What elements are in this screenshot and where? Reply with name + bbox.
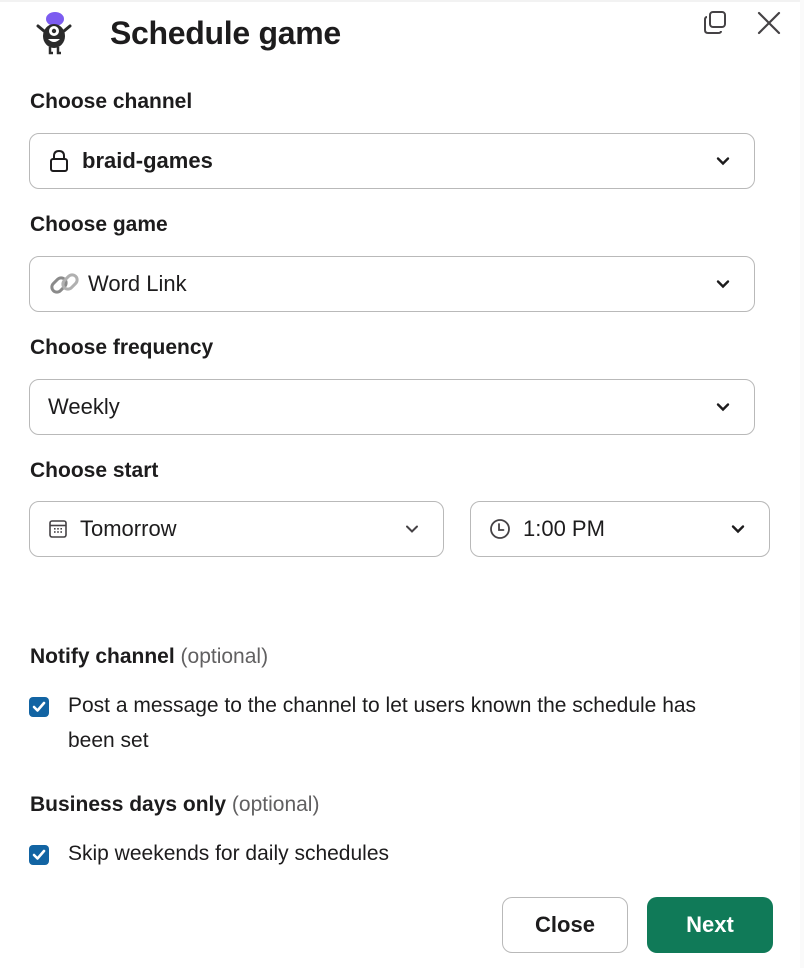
close-x-icon[interactable] [754, 8, 784, 38]
clock-icon [489, 518, 511, 540]
modal-title: Schedule game [110, 14, 341, 51]
chevron-down-icon [716, 157, 730, 166]
channel-select[interactable]: braid-games [29, 133, 755, 189]
business-days-label-text: Business days only [30, 793, 227, 816]
start-time-select[interactable]: 1:00 PM [470, 501, 770, 557]
popout-window-icon[interactable] [700, 8, 730, 38]
notify-label: Notify channel (optional) [30, 645, 268, 669]
chevron-down-icon [716, 280, 730, 289]
channel-label: Choose channel [30, 90, 193, 113]
business-days-checkbox-row[interactable]: Skip weekends for daily schedules [29, 841, 389, 871]
lock-icon [48, 149, 70, 173]
top-divider [0, 0, 804, 2]
modal-header: Schedule game [30, 8, 790, 58]
game-select[interactable]: Word Link [29, 256, 755, 312]
notify-optional-text: (optional) [180, 645, 269, 668]
start-date-value: Tomorrow [80, 516, 177, 541]
business-days-checkbox[interactable] [29, 845, 49, 865]
start-label: Choose start [30, 459, 159, 482]
chevron-down-icon [731, 525, 745, 534]
next-button[interactable]: Next [647, 897, 773, 953]
schedule-game-modal: Schedule game Choose channel braid-games [0, 0, 804, 968]
chevron-down-icon [716, 403, 730, 412]
notify-label-text: Notify channel [30, 645, 175, 668]
channel-value: braid-games [82, 148, 213, 173]
notify-checkbox-row[interactable]: Post a message to the channel to let use… [29, 693, 729, 758]
close-button[interactable]: Close [502, 897, 628, 953]
link-icon [48, 267, 82, 301]
notify-checkbox-label: Post a message to the channel to let use… [68, 694, 697, 752]
monster-mascot-logo-icon [36, 12, 72, 55]
scrollbar-track[interactable] [800, 0, 804, 968]
game-value: Word Link [88, 271, 187, 296]
start-time-value: 1:00 PM [523, 516, 605, 541]
calendar-icon [48, 519, 68, 539]
start-date-select[interactable]: Tomorrow [29, 501, 444, 557]
frequency-select[interactable]: Weekly [29, 379, 755, 435]
business-days-label: Business days only (optional) [30, 793, 319, 817]
business-days-optional-text: (optional) [231, 793, 320, 816]
chevron-down-icon [405, 525, 419, 534]
frequency-value: Weekly [48, 394, 120, 419]
frequency-label: Choose frequency [30, 336, 214, 359]
game-label: Choose game [30, 213, 168, 236]
business-days-checkbox-label: Skip weekends for daily schedules [68, 842, 390, 865]
notify-checkbox[interactable] [29, 697, 49, 717]
header-actions [700, 8, 784, 38]
